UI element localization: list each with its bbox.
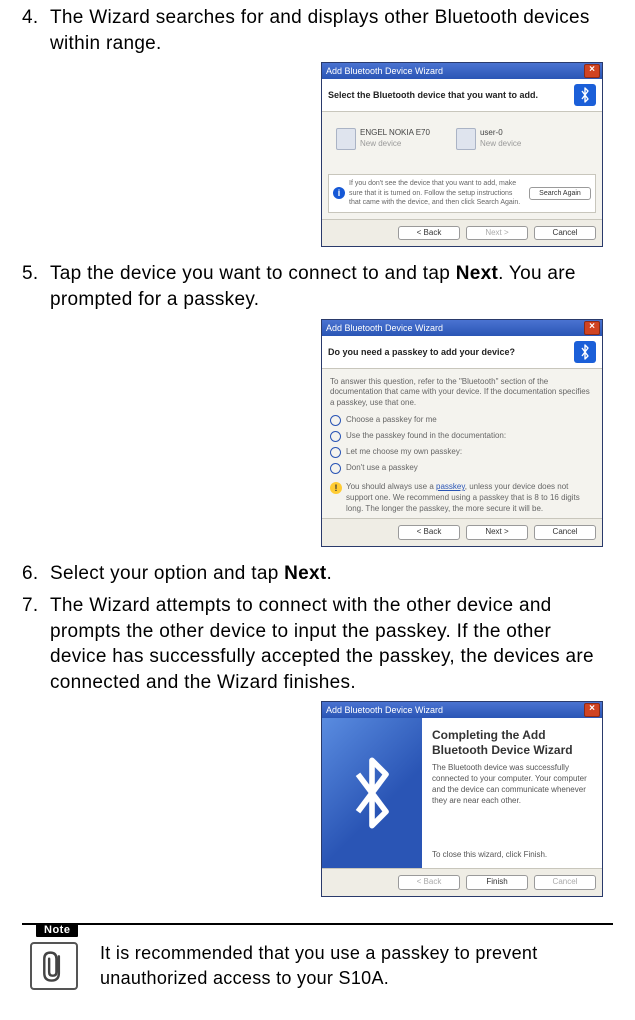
next-button[interactable]: Next > [466, 226, 528, 241]
figure-3: Add Bluetooth Device Wizard × Completing… [22, 701, 603, 897]
cancel-button[interactable]: Cancel [534, 525, 596, 540]
dialog-passkey: Add Bluetooth Device Wizard × Do you nee… [321, 319, 603, 548]
back-button[interactable]: < Back [398, 226, 460, 241]
step-num: 6. [22, 561, 50, 587]
info-panel: i If you don't see the device that you w… [328, 174, 596, 212]
radio-no-passkey[interactable]: Don't use a passkey [330, 463, 594, 474]
intro-text: To answer this question, refer to the "B… [330, 377, 594, 409]
title: Add Bluetooth Device Wizard [326, 63, 443, 79]
device-sub: New device [360, 139, 401, 148]
step-text: The Wizard attempts to connect with the … [50, 593, 613, 696]
dialog-complete: Add Bluetooth Device Wizard × Completing… [321, 701, 603, 897]
cancel-button[interactable]: Cancel [534, 875, 596, 890]
button-bar: < Back Next > Cancel [322, 518, 602, 546]
info-text: If you don't see the device that you wan… [349, 179, 525, 207]
device-name: ENGEL NOKIA E70 [360, 128, 430, 137]
step-4: 4. The Wizard searches for and displays … [22, 5, 613, 56]
step-num: 5. [22, 261, 50, 312]
close-icon[interactable]: × [584, 703, 600, 717]
passkey-link[interactable]: passkey [436, 482, 465, 491]
dialog-heading: Select the Bluetooth device that you wan… [328, 89, 538, 101]
step-5: 5. Tap the device you want to connect to… [22, 261, 613, 312]
dialog-select-device: Add Bluetooth Device Wizard × Select the… [321, 62, 603, 247]
button-bar: < Back Finish Cancel [322, 868, 602, 896]
dialog-header: Select the Bluetooth device that you wan… [322, 79, 602, 112]
device-item[interactable]: user-0 New device [456, 128, 521, 150]
info-icon: i [333, 187, 345, 199]
radio-choose-for-me[interactable]: Choose a passkey for me [330, 415, 594, 426]
search-again-button[interactable]: Search Again [529, 187, 591, 200]
dialog-heading: Do you need a passkey to add your device… [328, 346, 515, 358]
bluetooth-icon [574, 84, 596, 106]
banner [322, 718, 422, 868]
completion-heading: Completing the Add Bluetooth Device Wiza… [432, 728, 592, 757]
titlebar: Add Bluetooth Device Wizard × [322, 702, 602, 718]
device-list: ENGEL NOKIA E70 New device user-0 New de… [322, 112, 602, 168]
computer-icon [456, 128, 476, 150]
warning-text: You should always use a passkey, unless … [346, 482, 594, 514]
step-6: 6. Select your option and tap Next. [22, 561, 613, 587]
next-button[interactable]: Next > [466, 525, 528, 540]
title: Add Bluetooth Device Wizard [326, 702, 443, 718]
note-text: It is recommended that you use a passkey… [100, 941, 605, 990]
close-icon[interactable]: × [584, 321, 600, 335]
completion-body: Completing the Add Bluetooth Device Wiza… [322, 718, 602, 868]
finish-button[interactable]: Finish [466, 875, 528, 890]
figure-1: Add Bluetooth Device Wizard × Select the… [22, 62, 603, 247]
cancel-button[interactable]: Cancel [534, 226, 596, 241]
titlebar: Add Bluetooth Device Wizard × [322, 320, 602, 336]
warning-icon: ! [330, 482, 342, 494]
note-box: Note It is recommended that you use a pa… [22, 923, 613, 990]
figure-2: Add Bluetooth Device Wizard × Do you nee… [22, 319, 603, 548]
phone-icon [336, 128, 356, 150]
step-num: 7. [22, 593, 50, 696]
step-text: Select your option and tap Next. [50, 561, 613, 587]
back-button[interactable]: < Back [398, 875, 460, 890]
radio-own-passkey[interactable]: Let me choose my own passkey: [330, 447, 594, 458]
button-bar: < Back Next > Cancel [322, 219, 602, 247]
titlebar: Add Bluetooth Device Wizard × [322, 63, 602, 79]
step-text: The Wizard searches for and displays oth… [50, 5, 613, 56]
device-item[interactable]: ENGEL NOKIA E70 New device [336, 128, 430, 150]
note-label: Note [36, 923, 78, 937]
dialog-header: Do you need a passkey to add your device… [322, 336, 602, 369]
step-7: 7. The Wizard attempts to connect with t… [22, 593, 613, 696]
paperclip-icon [30, 942, 78, 990]
finish-hint: To close this wizard, click Finish. [432, 850, 592, 861]
radio-doc-passkey[interactable]: Use the passkey found in the documentati… [330, 431, 594, 442]
completion-msg: The Bluetooth device was successfully co… [432, 763, 592, 806]
step-text: Tap the device you want to connect to an… [50, 261, 613, 312]
device-name: user-0 [480, 128, 503, 137]
device-sub: New device [480, 139, 521, 148]
title: Add Bluetooth Device Wizard [326, 320, 443, 336]
completion-text: Completing the Add Bluetooth Device Wiza… [422, 718, 602, 868]
close-icon[interactable]: × [584, 64, 600, 78]
bluetooth-icon [574, 341, 596, 363]
passkey-options: To answer this question, refer to the "B… [322, 369, 602, 519]
step-num: 4. [22, 5, 50, 56]
back-button[interactable]: < Back [398, 525, 460, 540]
